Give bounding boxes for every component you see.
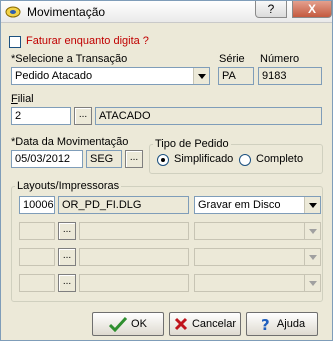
layout-action-select[interactable] xyxy=(194,274,321,292)
help-label: Ajuda xyxy=(276,318,306,330)
layout-code-input[interactable]: 10006 xyxy=(19,196,55,214)
radio-simplificado[interactable] xyxy=(157,154,169,166)
radio-completo[interactable] xyxy=(239,154,251,166)
faturar-checkbox[interactable] xyxy=(9,36,21,48)
layout-file-field xyxy=(79,248,189,266)
layout-lookup-button[interactable]: ... xyxy=(58,248,76,266)
title-bar: Movimentação ? X xyxy=(1,1,332,23)
svg-text:?: ? xyxy=(261,316,270,332)
chevron-down-icon[interactable] xyxy=(193,68,209,84)
serie-field: PA xyxy=(218,67,254,85)
window-title: Movimentação xyxy=(27,5,106,19)
filial-label-rest: ilial xyxy=(17,93,34,105)
layout-action-select[interactable] xyxy=(194,248,321,266)
layouts-label: Layouts/Impressoras xyxy=(15,180,122,192)
chevron-down-icon[interactable] xyxy=(304,249,320,265)
layout-lookup-button[interactable]: ... xyxy=(58,274,76,292)
tipo-pedido-label: Tipo de Pedido xyxy=(153,138,231,150)
layout-action-select[interactable]: Gravar em Disco xyxy=(194,196,321,214)
layout-file-field xyxy=(79,222,189,240)
transacao-select[interactable]: Pedido Atacado xyxy=(11,67,210,85)
chevron-down-icon[interactable] xyxy=(304,197,320,213)
close-button[interactable]: X xyxy=(292,1,332,18)
cancel-label: Cancelar xyxy=(191,318,237,330)
numero-label: Número xyxy=(260,53,300,65)
help-title-button[interactable]: ? xyxy=(255,1,287,18)
faturar-label: Faturar enquanto digita ? xyxy=(26,35,149,47)
weekday-field: SEG xyxy=(86,150,122,168)
numero-field: 9183 xyxy=(258,67,322,85)
layout-lookup-button[interactable]: ... xyxy=(58,222,76,240)
chevron-down-icon[interactable] xyxy=(304,275,320,291)
layout-file-field xyxy=(79,274,189,292)
transacao-label: *Selecione a Transação xyxy=(11,53,128,65)
checkmark-icon xyxy=(109,316,128,332)
data-mov-label: *Data da Movimentação xyxy=(11,136,129,148)
transacao-value: Pedido Atacado xyxy=(15,70,93,82)
layout-action-select[interactable] xyxy=(194,222,321,240)
cancel-button[interactable]: Cancelar xyxy=(169,312,241,336)
question-mark-icon: ? xyxy=(261,316,270,332)
ok-button[interactable]: OK xyxy=(92,312,164,336)
layout-code-input[interactable] xyxy=(19,274,55,292)
x-icon xyxy=(174,317,188,331)
layout-file-field: OR_PD_FI.DLG xyxy=(58,196,189,214)
data-mov-input[interactable]: 05/03/2012 xyxy=(11,150,83,168)
layout-action-value: Gravar em Disco xyxy=(198,199,281,211)
movimentacao-dialog: Movimentação ? X Faturar enquanto digita… xyxy=(0,0,333,341)
calendar-lookup-button[interactable]: ... xyxy=(125,150,143,168)
app-icon xyxy=(5,6,21,18)
filial-lookup-button[interactable]: ... xyxy=(74,107,92,125)
ok-label: OK xyxy=(131,318,147,330)
layout-code-input[interactable] xyxy=(19,248,55,266)
filial-code-input[interactable]: 2 xyxy=(11,107,71,125)
completo-label: Completo xyxy=(256,153,304,165)
filial-label: Filial xyxy=(11,93,34,105)
help-button[interactable]: ? Ajuda xyxy=(246,312,318,336)
filial-name-field: ATACADO xyxy=(95,107,322,125)
serie-label: Série xyxy=(219,53,245,65)
simplificado-label: Simplificado xyxy=(174,153,234,165)
chevron-down-icon[interactable] xyxy=(304,223,320,239)
layout-code-input[interactable] xyxy=(19,222,55,240)
